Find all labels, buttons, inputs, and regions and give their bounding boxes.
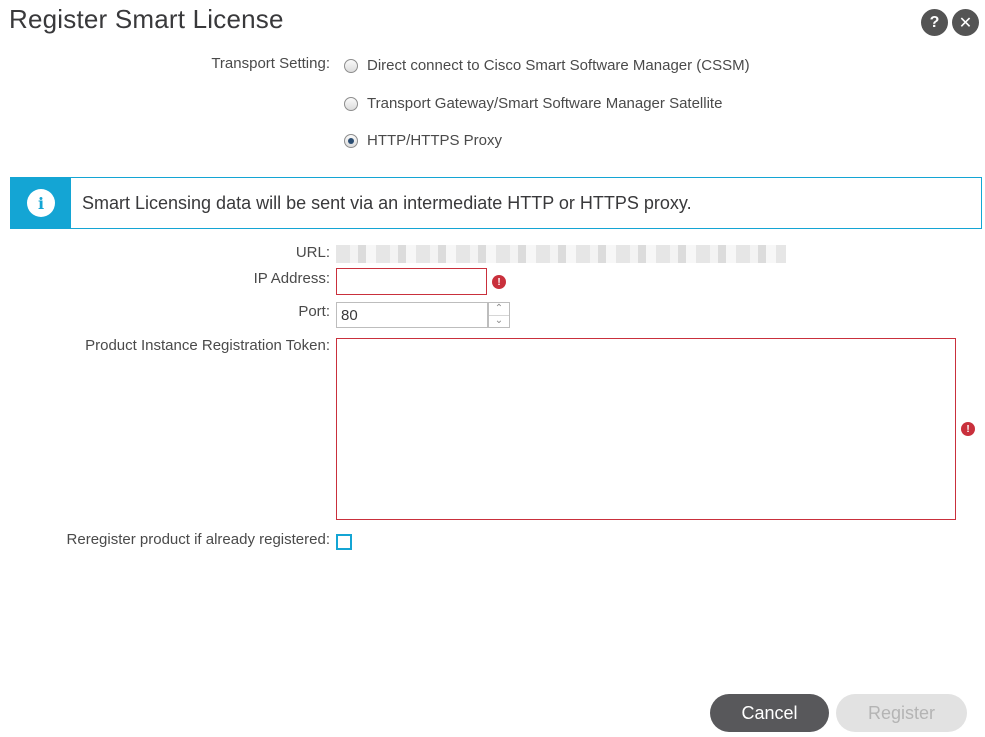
register-button[interactable]: Register	[836, 694, 967, 732]
radio-label: HTTP/HTTPS Proxy	[367, 132, 503, 149]
reregister-checkbox[interactable]	[336, 534, 352, 550]
error-icon: !	[961, 422, 975, 436]
radio-label: Transport Gateway/Smart Software Manager…	[367, 95, 723, 112]
transport-setting-label: Transport Setting:	[211, 55, 330, 72]
close-icon[interactable]: ✕	[952, 9, 979, 36]
ip-address-input[interactable]	[336, 268, 487, 295]
dialog-title: Register Smart License	[9, 4, 284, 34]
ip-address-label: IP Address:	[253, 270, 330, 287]
radio-label: Direct connect to Cisco Smart Software M…	[367, 57, 750, 74]
radio-http-proxy[interactable]: HTTP/HTTPS Proxy	[344, 132, 502, 149]
registration-token-textarea[interactable]	[336, 338, 956, 520]
port-label: Port:	[298, 303, 330, 320]
info-banner: i Smart Licensing data will be sent via …	[10, 177, 982, 229]
url-value-redacted	[336, 245, 786, 263]
info-message: Smart Licensing data will be sent via an…	[82, 192, 692, 213]
cancel-button[interactable]: Cancel	[710, 694, 829, 732]
error-icon: !	[492, 275, 506, 289]
token-label: Product Instance Registration Token:	[85, 337, 330, 354]
info-icon: i	[27, 189, 55, 217]
radio-direct-connect[interactable]: Direct connect to Cisco Smart Software M…	[344, 57, 750, 74]
radio-transport-gateway[interactable]: Transport Gateway/Smart Software Manager…	[344, 95, 722, 112]
info-banner-icon-area: i	[11, 178, 71, 228]
port-input[interactable]	[336, 302, 488, 328]
chevron-down-icon[interactable]: ⌄	[489, 314, 509, 328]
radio-button-selected[interactable]	[344, 133, 358, 148]
port-stepper: ⌃ ⌄	[488, 302, 510, 328]
register-smart-license-dialog: Register Smart License ? ✕ Transport Set…	[0, 0, 985, 737]
url-label: URL:	[295, 244, 330, 261]
reregister-label: Reregister product if already registered…	[66, 531, 330, 548]
help-icon[interactable]: ?	[921, 9, 948, 36]
chevron-up-icon[interactable]: ⌃	[489, 303, 509, 315]
radio-button[interactable]	[344, 96, 358, 111]
radio-button[interactable]	[344, 58, 358, 73]
